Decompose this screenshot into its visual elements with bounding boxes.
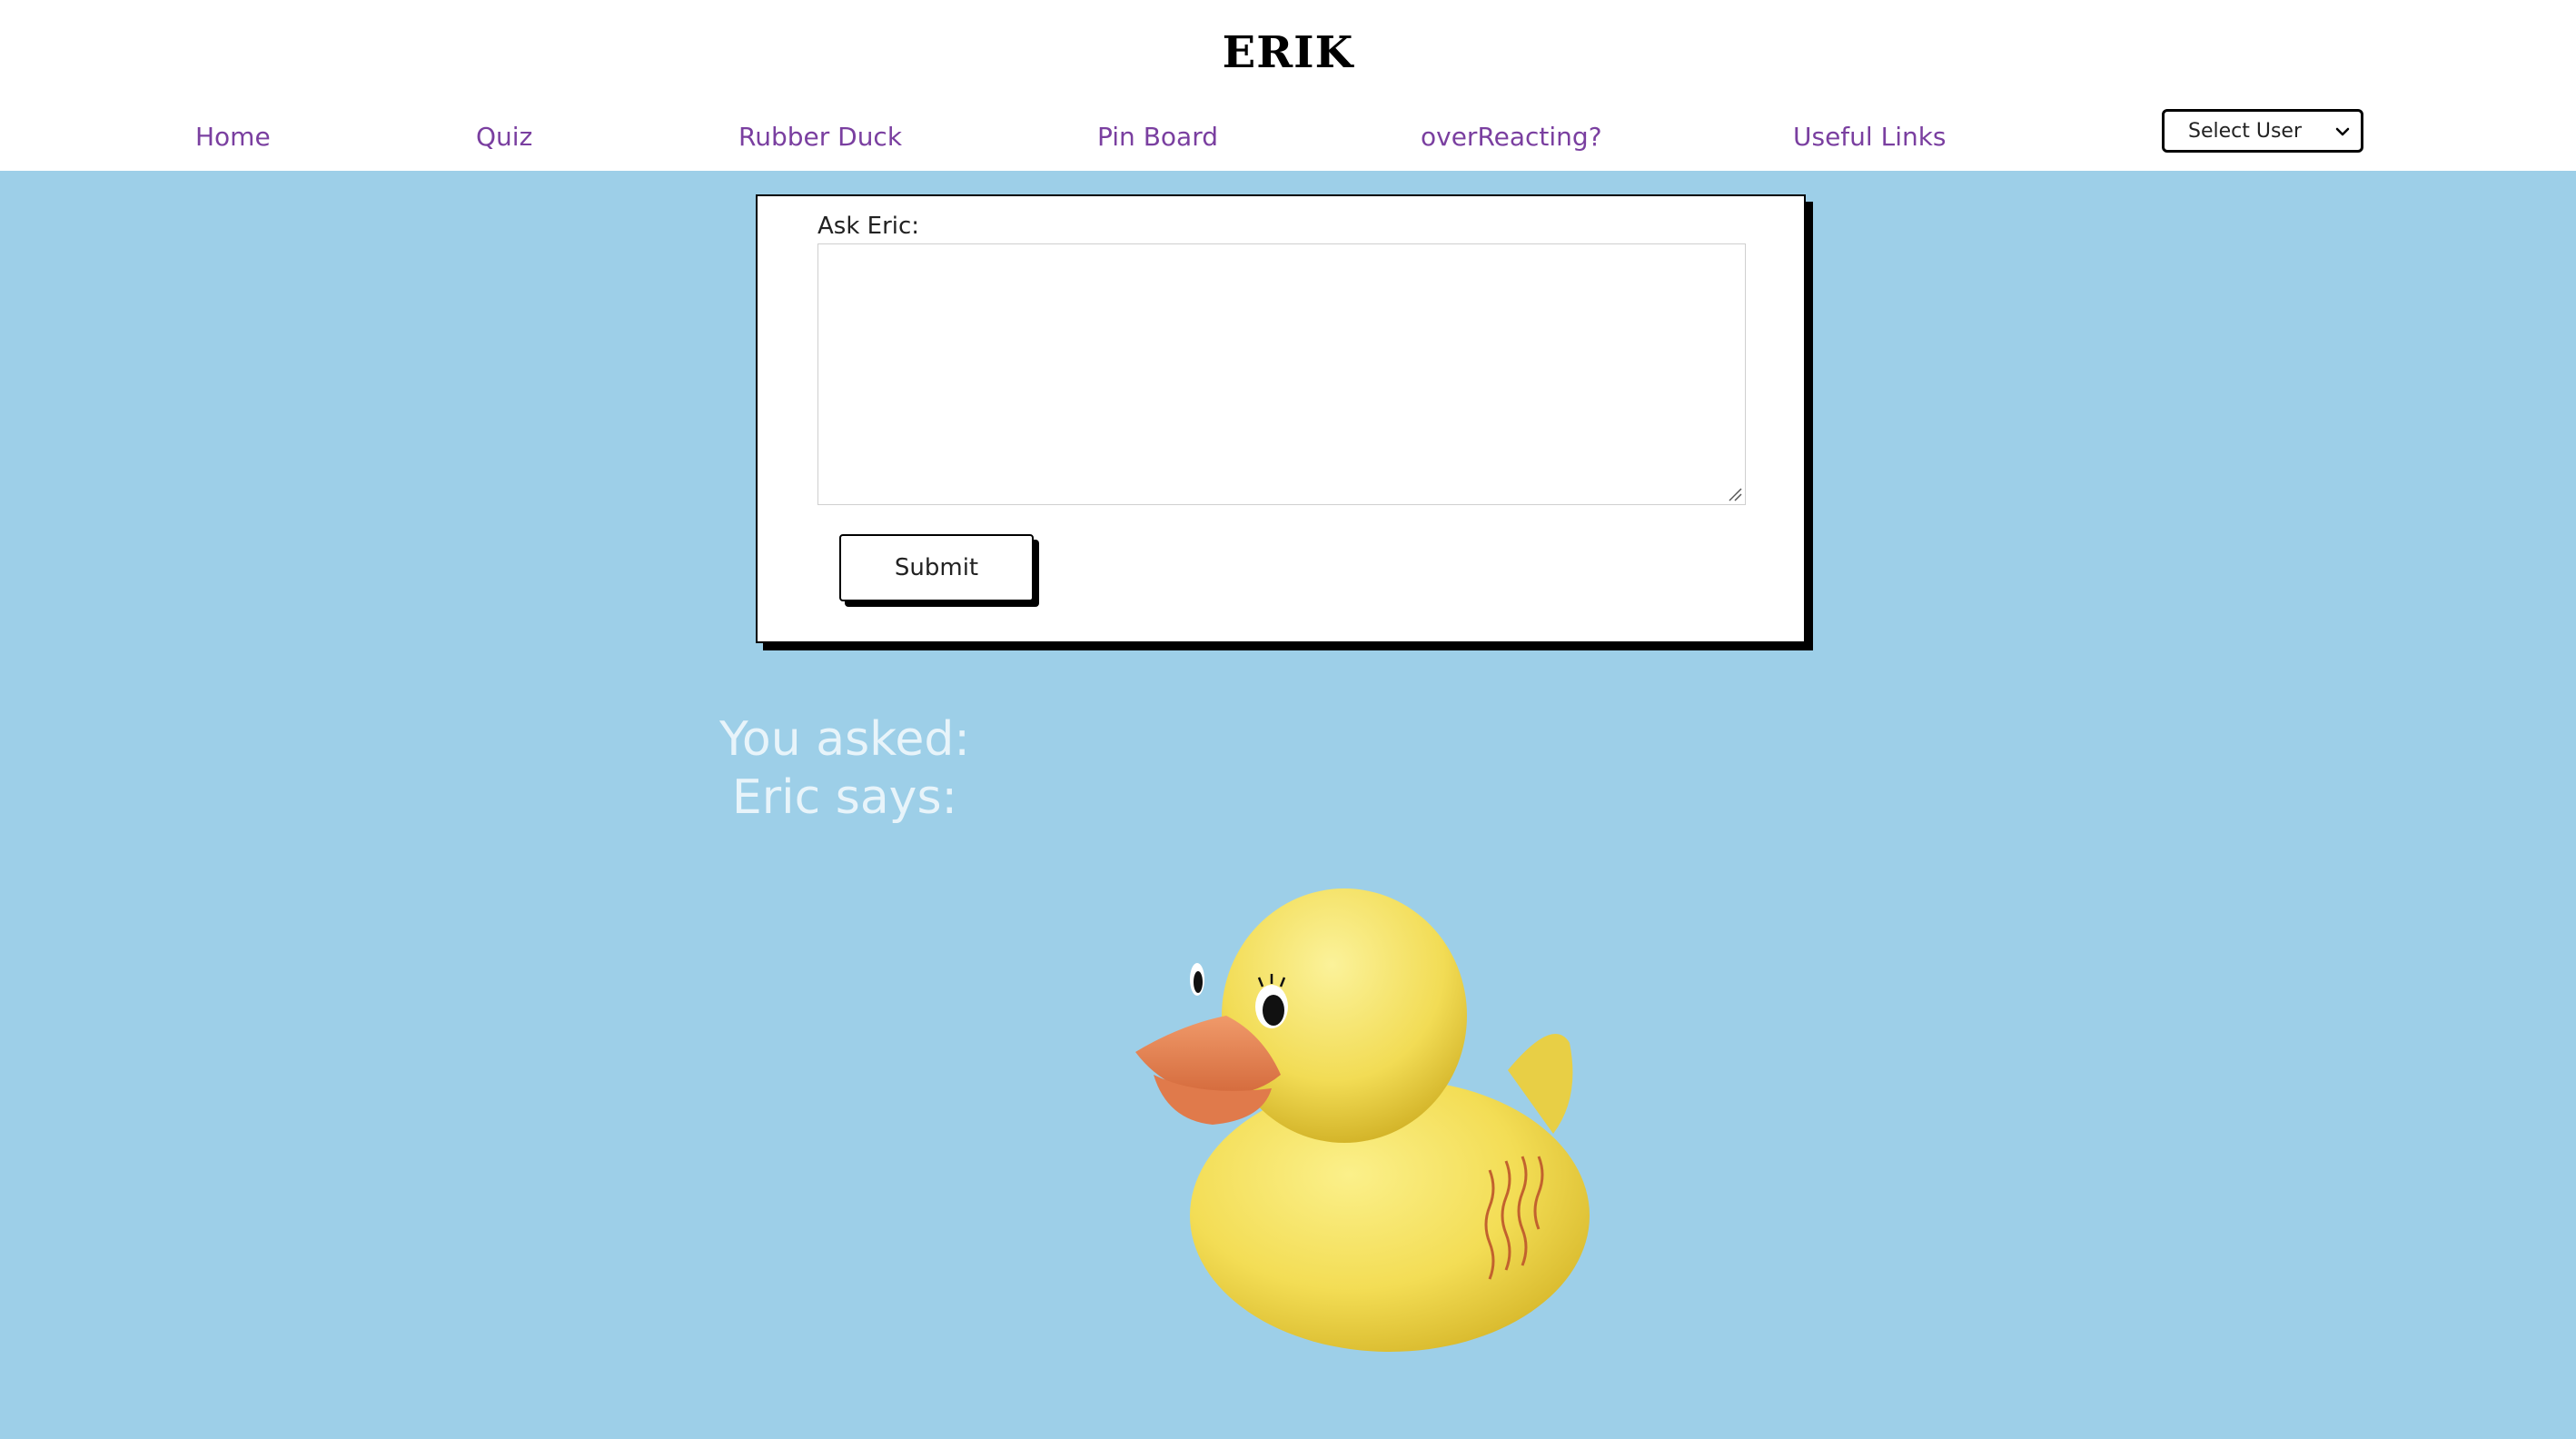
rubber-duck-image: [1135, 888, 1590, 1352]
nav-link-quiz[interactable]: Quiz: [476, 122, 532, 152]
site-header: ERIK Home Quiz Rubber Duck Pin Board ove…: [0, 0, 2576, 171]
ask-form-card: Ask Eric: Submit: [756, 194, 1806, 643]
nav-link-home[interactable]: Home: [195, 122, 271, 152]
user-select-value: Select User: [2188, 120, 2303, 143]
ask-label: Ask Eric:: [817, 213, 920, 240]
eric-says-label: Eric says:: [731, 770, 958, 825]
question-textarea[interactable]: [817, 243, 1746, 505]
resize-grip-icon[interactable]: [1728, 487, 1742, 501]
you-asked-label: You asked:: [719, 712, 970, 767]
submit-button[interactable]: Submit: [839, 534, 1034, 601]
site-logo[interactable]: ERIK: [0, 27, 2576, 78]
main-content: Ask Eric: Submit You asked: Eric says:: [0, 171, 2576, 1439]
nav-link-overreacting[interactable]: overReacting?: [1421, 122, 1602, 152]
nav-link-rubber-duck[interactable]: Rubber Duck: [738, 122, 902, 152]
result-panel: You asked: Eric says:: [708, 710, 981, 827]
user-select[interactable]: Select User: [2162, 109, 2363, 153]
nav-link-pin-board[interactable]: Pin Board: [1097, 122, 1218, 152]
nav-link-useful-links[interactable]: Useful Links: [1793, 122, 1947, 152]
chevron-down-icon: [2335, 127, 2350, 136]
